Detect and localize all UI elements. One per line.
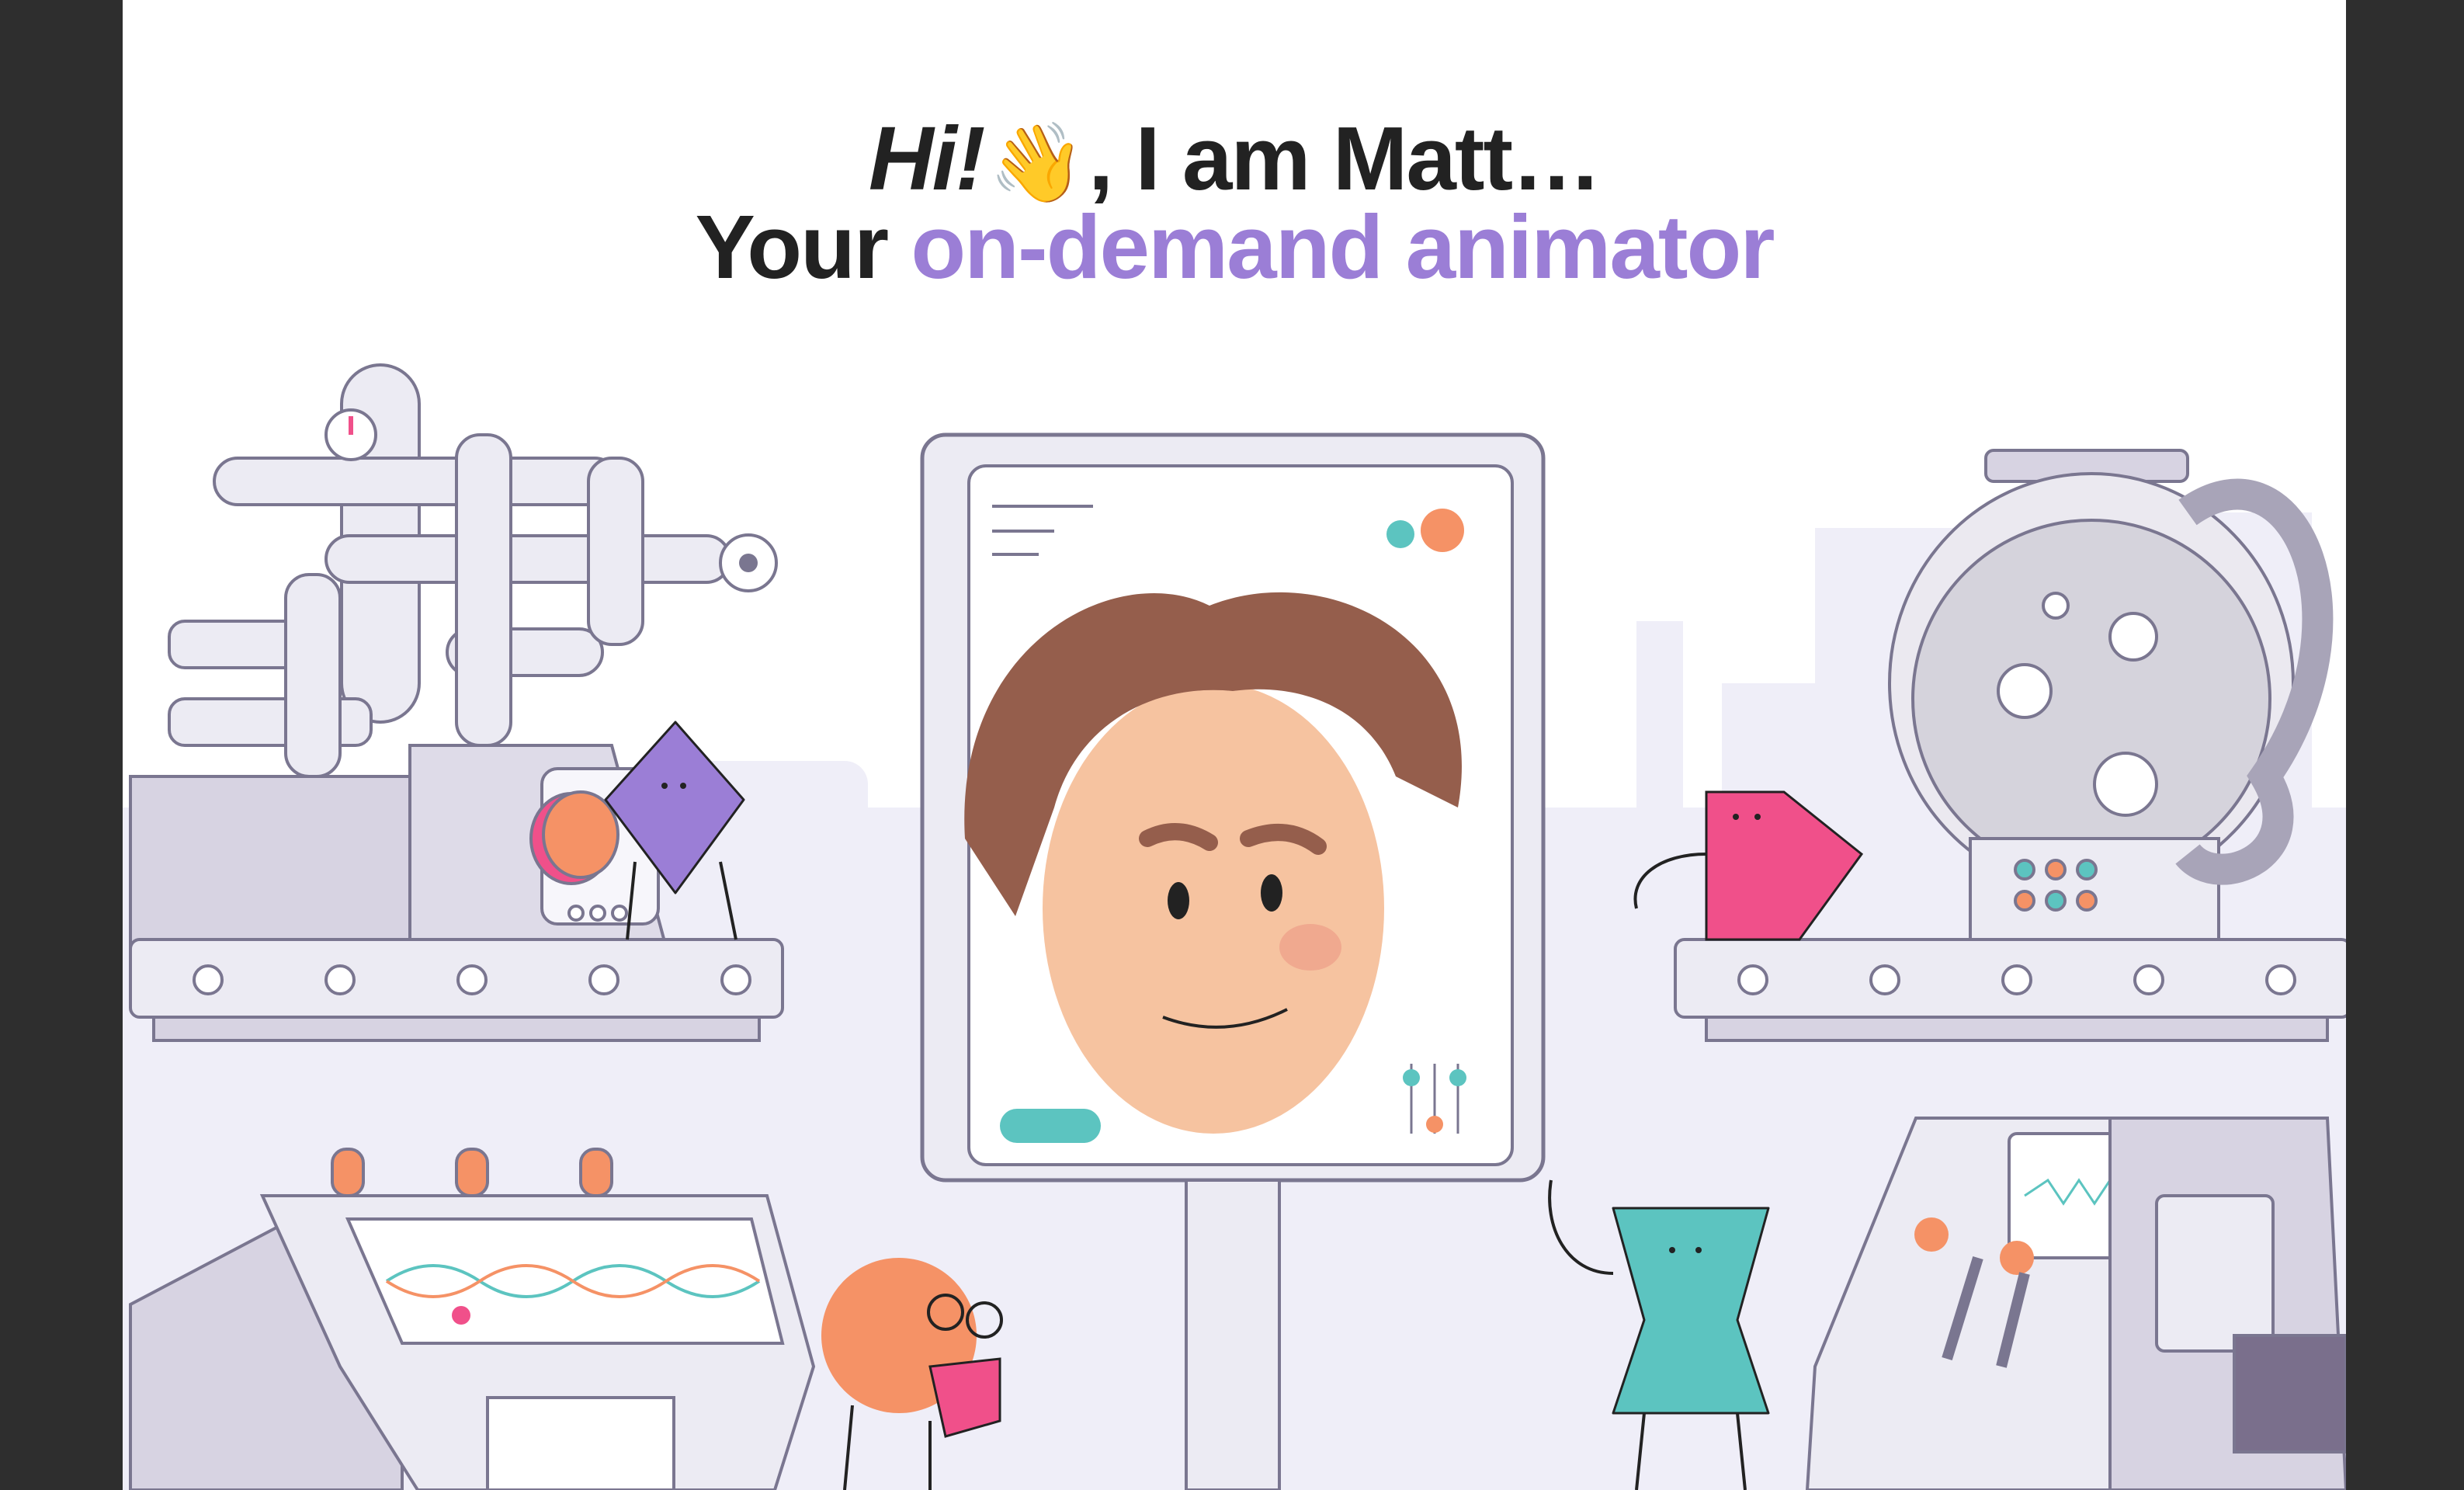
- landing-page: Hi!👋, I am Matt… Your on-demand animator: [123, 0, 2346, 1490]
- valve-wheel-icon: [719, 533, 778, 592]
- slider-icon: [1403, 1064, 1466, 1134]
- pipe-machine: [129, 363, 731, 949]
- pressure-gauge-icon: [324, 408, 377, 461]
- right-conveyor: [1674, 938, 2346, 1042]
- left-conveyor: [129, 938, 784, 1042]
- factory-illustration: [123, 363, 2346, 1490]
